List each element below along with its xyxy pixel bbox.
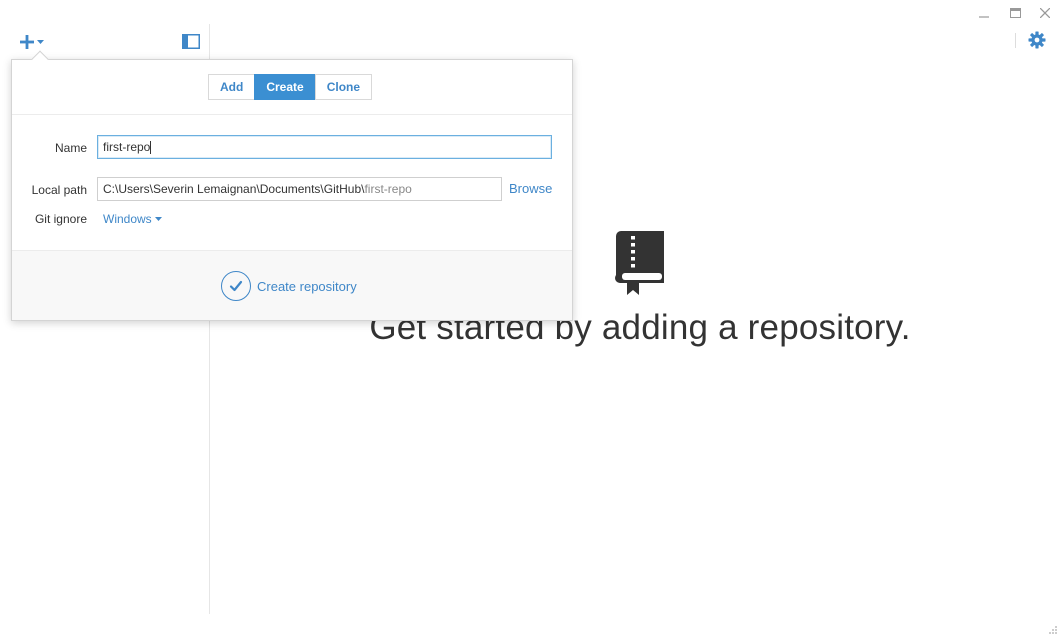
- toolbar-separator: [1015, 33, 1016, 48]
- git-ignore-label: Git ignore: [34, 212, 87, 226]
- tab-add[interactable]: Add: [208, 74, 256, 100]
- add-repository-button[interactable]: [20, 34, 45, 50]
- tab-clone[interactable]: Clone: [314, 74, 373, 100]
- local-path-field[interactable]: C:\Users\Severin Lemaignan\Documents\Git…: [97, 177, 502, 201]
- text-caret: [150, 140, 152, 154]
- local-path-base: C:\Users\Severin Lemaignan\Documents\Git…: [103, 182, 365, 196]
- repository-book-icon: [614, 231, 666, 297]
- maximize-icon: [1009, 8, 1021, 18]
- git-ignore-dropdown[interactable]: Windows: [103, 212, 163, 226]
- name-field[interactable]: first-repo: [97, 135, 552, 159]
- minimize-icon: [979, 16, 989, 18]
- window-maximize-button[interactable]: [1004, 3, 1026, 23]
- repository-action-tabs: Add Create Clone: [208, 74, 373, 100]
- git-ignore-value: Windows: [103, 212, 152, 226]
- sidebar-toggle-button[interactable]: [182, 34, 200, 50]
- create-repository-button[interactable]: Create repository: [221, 271, 357, 301]
- local-path-label: Local path: [31, 183, 87, 197]
- check-circle-icon: [221, 271, 251, 301]
- name-field-value: first-repo: [103, 140, 151, 154]
- sidebar-toggle-icon: [182, 34, 200, 49]
- close-icon: [1040, 8, 1050, 18]
- name-label: Name: [54, 141, 87, 155]
- create-repository-label: Create repository: [257, 278, 357, 294]
- local-path-suffix: first-repo: [364, 182, 412, 196]
- resize-grip[interactable]: [1048, 622, 1058, 634]
- browse-button[interactable]: Browse: [509, 181, 552, 196]
- caret-down-icon: [37, 40, 44, 44]
- create-repository-popover: Add Create Clone Name first-repo Local p…: [11, 50, 573, 321]
- settings-button[interactable]: [1028, 31, 1048, 51]
- window-close-button[interactable]: [1034, 3, 1056, 23]
- caret-down-icon: [154, 217, 162, 221]
- resize-grip-icon: [1049, 626, 1057, 634]
- tab-create[interactable]: Create: [254, 74, 316, 100]
- gear-icon: [1028, 31, 1046, 49]
- plus-icon: [20, 35, 34, 49]
- tabs-divider: [12, 114, 572, 115]
- popover-footer: Create repository: [12, 251, 572, 320]
- window-minimize-button[interactable]: [973, 3, 995, 23]
